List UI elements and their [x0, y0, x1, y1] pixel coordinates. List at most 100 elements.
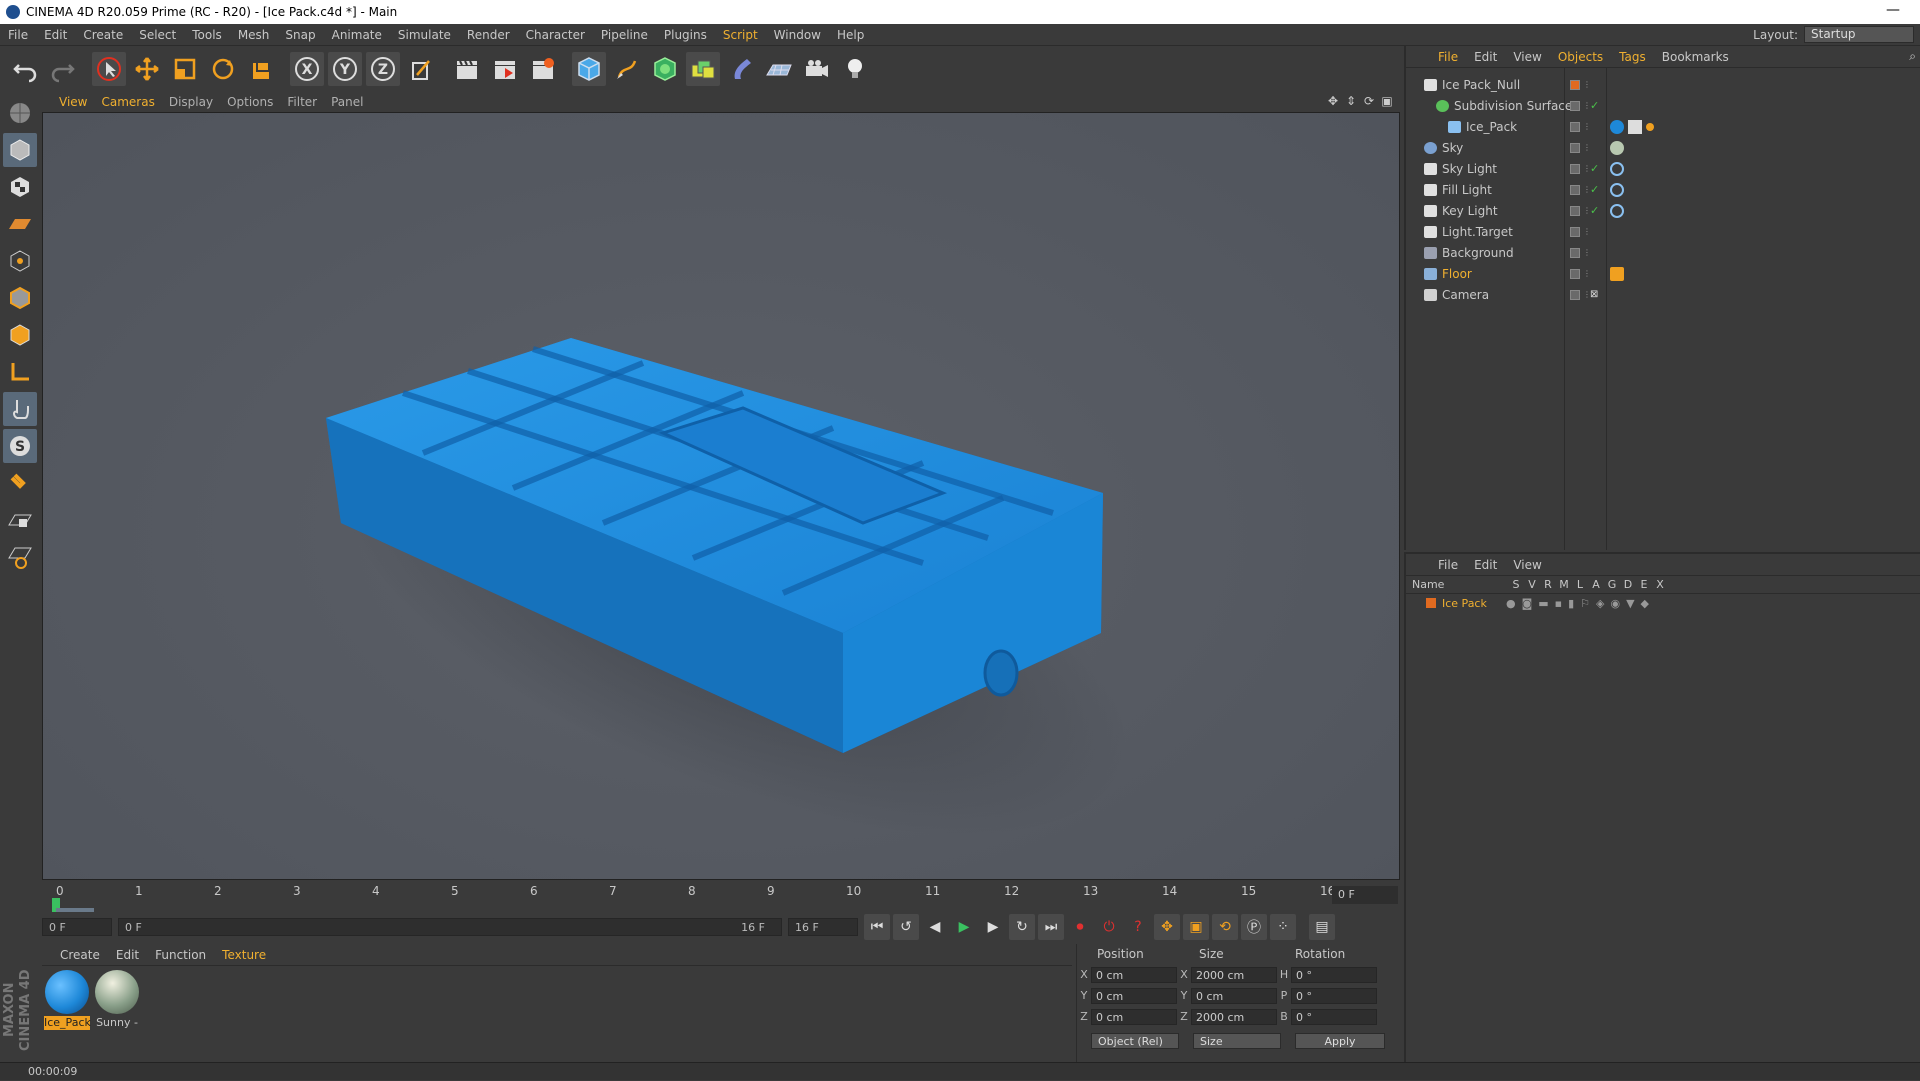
- visibility-dots-icon[interactable]: ⋮: [1583, 269, 1591, 279]
- points-mode-button[interactable]: [3, 244, 37, 278]
- menu-help[interactable]: Help: [829, 28, 872, 42]
- dolly-view-icon[interactable]: ⇕: [1344, 94, 1358, 108]
- target-tag-icon[interactable]: [1610, 182, 1624, 197]
- cube-primitive-button[interactable]: [572, 52, 606, 86]
- viewport-menu-filter[interactable]: Filter: [280, 95, 324, 109]
- target-tag-icon[interactable]: [1610, 161, 1624, 176]
- viewport-menu-view[interactable]: View: [52, 95, 94, 109]
- workplane-mode-button[interactable]: [3, 207, 37, 241]
- objects-menu-objects[interactable]: Objects: [1550, 50, 1611, 64]
- viewport-menu-panel[interactable]: Panel: [324, 95, 370, 109]
- menu-simulate[interactable]: Simulate: [390, 28, 459, 42]
- position-y-field[interactable]: 0 cm: [1091, 987, 1177, 1004]
- texture-mode-button[interactable]: [3, 170, 37, 204]
- sky-material-tag-icon[interactable]: [1610, 140, 1624, 155]
- end-frame-field[interactable]: 16 F: [788, 918, 858, 936]
- objects-menu-view[interactable]: View: [1505, 50, 1549, 64]
- search-icon[interactable]: ⌕: [1909, 49, 1916, 64]
- go-to-end-button[interactable]: ⏭: [1038, 914, 1064, 940]
- previous-frame-button[interactable]: ◀: [922, 914, 948, 940]
- menu-snap[interactable]: Snap: [277, 28, 323, 42]
- viewport-menu-options[interactable]: Options: [220, 95, 280, 109]
- objects-menu-tags[interactable]: Tags: [1611, 50, 1654, 64]
- pan-view-icon[interactable]: ✥: [1326, 94, 1340, 108]
- key-rotation-button[interactable]: ⟲: [1212, 914, 1238, 940]
- enabled-check-icon[interactable]: ✓: [1590, 183, 1599, 196]
- minimize-button[interactable]: —: [1886, 2, 1900, 18]
- axis-mode-button[interactable]: [3, 355, 37, 389]
- menu-character[interactable]: Character: [518, 28, 593, 42]
- perspective-viewport[interactable]: View Cameras Display Options Filter Pane…: [42, 92, 1400, 880]
- keyframe-selection-button[interactable]: ?: [1125, 914, 1151, 940]
- camera-object-button[interactable]: [800, 52, 834, 86]
- objects-menu-file[interactable]: File: [1430, 50, 1466, 64]
- object-row[interactable]: Camera ⋮ ⊠: [1406, 284, 1920, 305]
- menu-file[interactable]: File: [0, 28, 36, 42]
- menu-plugins[interactable]: Plugins: [656, 28, 715, 42]
- enable-snap-button[interactable]: [3, 466, 37, 500]
- menu-script[interactable]: Script: [715, 28, 766, 42]
- menu-window[interactable]: Window: [766, 28, 829, 42]
- material-menu-edit[interactable]: Edit: [108, 948, 147, 962]
- size-z-field[interactable]: 2000 cm: [1191, 1008, 1277, 1025]
- menu-pipeline[interactable]: Pipeline: [593, 28, 656, 42]
- coordinate-mode-dropdown[interactable]: Object (Rel): [1091, 1033, 1179, 1049]
- planar-workplane-button[interactable]: [3, 540, 37, 574]
- object-row[interactable]: Ice Pack_Null ⋮: [1406, 74, 1920, 95]
- size-mode-dropdown[interactable]: Size: [1193, 1033, 1281, 1049]
- light-object-button[interactable]: [838, 52, 872, 86]
- visibility-dots-icon[interactable]: ⋮: [1583, 122, 1591, 132]
- layer-color-swatch[interactable]: [1426, 598, 1436, 608]
- object-row[interactable]: Light.Target ⋮: [1406, 221, 1920, 242]
- visibility-dots-icon[interactable]: ⋮: [1583, 101, 1591, 111]
- visibility-dots-icon[interactable]: ⋮: [1583, 290, 1591, 300]
- make-editable-button[interactable]: [3, 96, 37, 130]
- snap-button[interactable]: S: [3, 429, 37, 463]
- layer-menu-file[interactable]: File: [1430, 558, 1466, 572]
- visibility-dots-icon[interactable]: ⋮: [1583, 80, 1591, 90]
- deformer-button[interactable]: [724, 52, 758, 86]
- visibility-dots-icon[interactable]: ⋮: [1583, 227, 1591, 237]
- edges-mode-button[interactable]: [3, 281, 37, 315]
- viewport-menu-display[interactable]: Display: [162, 95, 220, 109]
- rotate-tool-button[interactable]: [206, 52, 240, 86]
- render-settings-button[interactable]: [526, 52, 560, 86]
- object-row[interactable]: Sky ⋮: [1406, 137, 1920, 158]
- render-picture-viewer-button[interactable]: [488, 52, 522, 86]
- rotate-view-icon[interactable]: ⟳: [1362, 94, 1376, 108]
- frame-ruler[interactable]: 0 1 2 3 4 5 6 7 8 9 10 11 12 13 14 15 16: [52, 884, 1335, 912]
- scale-tool-button[interactable]: [168, 52, 202, 86]
- autokey-button[interactable]: ⏻: [1096, 914, 1122, 940]
- material-menu-create[interactable]: Create: [52, 948, 108, 962]
- go-to-start-button[interactable]: ⏮: [864, 914, 890, 940]
- previous-key-button[interactable]: ↺: [893, 914, 919, 940]
- play-button[interactable]: ▶: [951, 914, 977, 940]
- next-key-button[interactable]: ↻: [1009, 914, 1035, 940]
- layer-toggle-icons[interactable]: ●◙▬▪▮⚐◈◉▼◆: [1506, 597, 1655, 610]
- object-row[interactable]: Subdivision Surface ⋮ ✓: [1406, 95, 1920, 116]
- apply-button[interactable]: Apply: [1295, 1033, 1385, 1049]
- material-menu-texture[interactable]: Texture: [214, 948, 274, 962]
- position-x-field[interactable]: 0 cm: [1091, 966, 1177, 983]
- texture-checker-tag-icon[interactable]: [1628, 119, 1642, 134]
- toggle-layout-icon[interactable]: ▣: [1380, 94, 1394, 108]
- object-row[interactable]: Ice_Pack ⋮: [1406, 116, 1920, 137]
- redo-button[interactable]: [46, 52, 80, 86]
- visibility-dots-icon[interactable]: ⋮: [1583, 206, 1591, 216]
- size-x-field[interactable]: 2000 cm: [1191, 966, 1277, 983]
- layer-menu-edit[interactable]: Edit: [1466, 558, 1505, 572]
- live-selection-button[interactable]: [92, 52, 126, 86]
- y-axis-lock-button[interactable]: Y: [328, 52, 362, 86]
- timeline-window-button[interactable]: ▤: [1309, 914, 1335, 940]
- object-row[interactable]: Background ⋮: [1406, 242, 1920, 263]
- visibility-dots-icon[interactable]: ⋮: [1583, 248, 1591, 258]
- undo-button[interactable]: [8, 52, 42, 86]
- record-keys-button[interactable]: ⏺: [1067, 914, 1093, 940]
- key-scale-button[interactable]: ▣: [1183, 914, 1209, 940]
- workplane-lock-button[interactable]: [3, 503, 37, 537]
- key-pla-button[interactable]: ⁘: [1270, 914, 1296, 940]
- viewport-canvas[interactable]: [42, 112, 1400, 880]
- rotation-h-field[interactable]: 0 °: [1291, 966, 1377, 983]
- material-menu-function[interactable]: Function: [147, 948, 214, 962]
- x-axis-lock-button[interactable]: X: [290, 52, 324, 86]
